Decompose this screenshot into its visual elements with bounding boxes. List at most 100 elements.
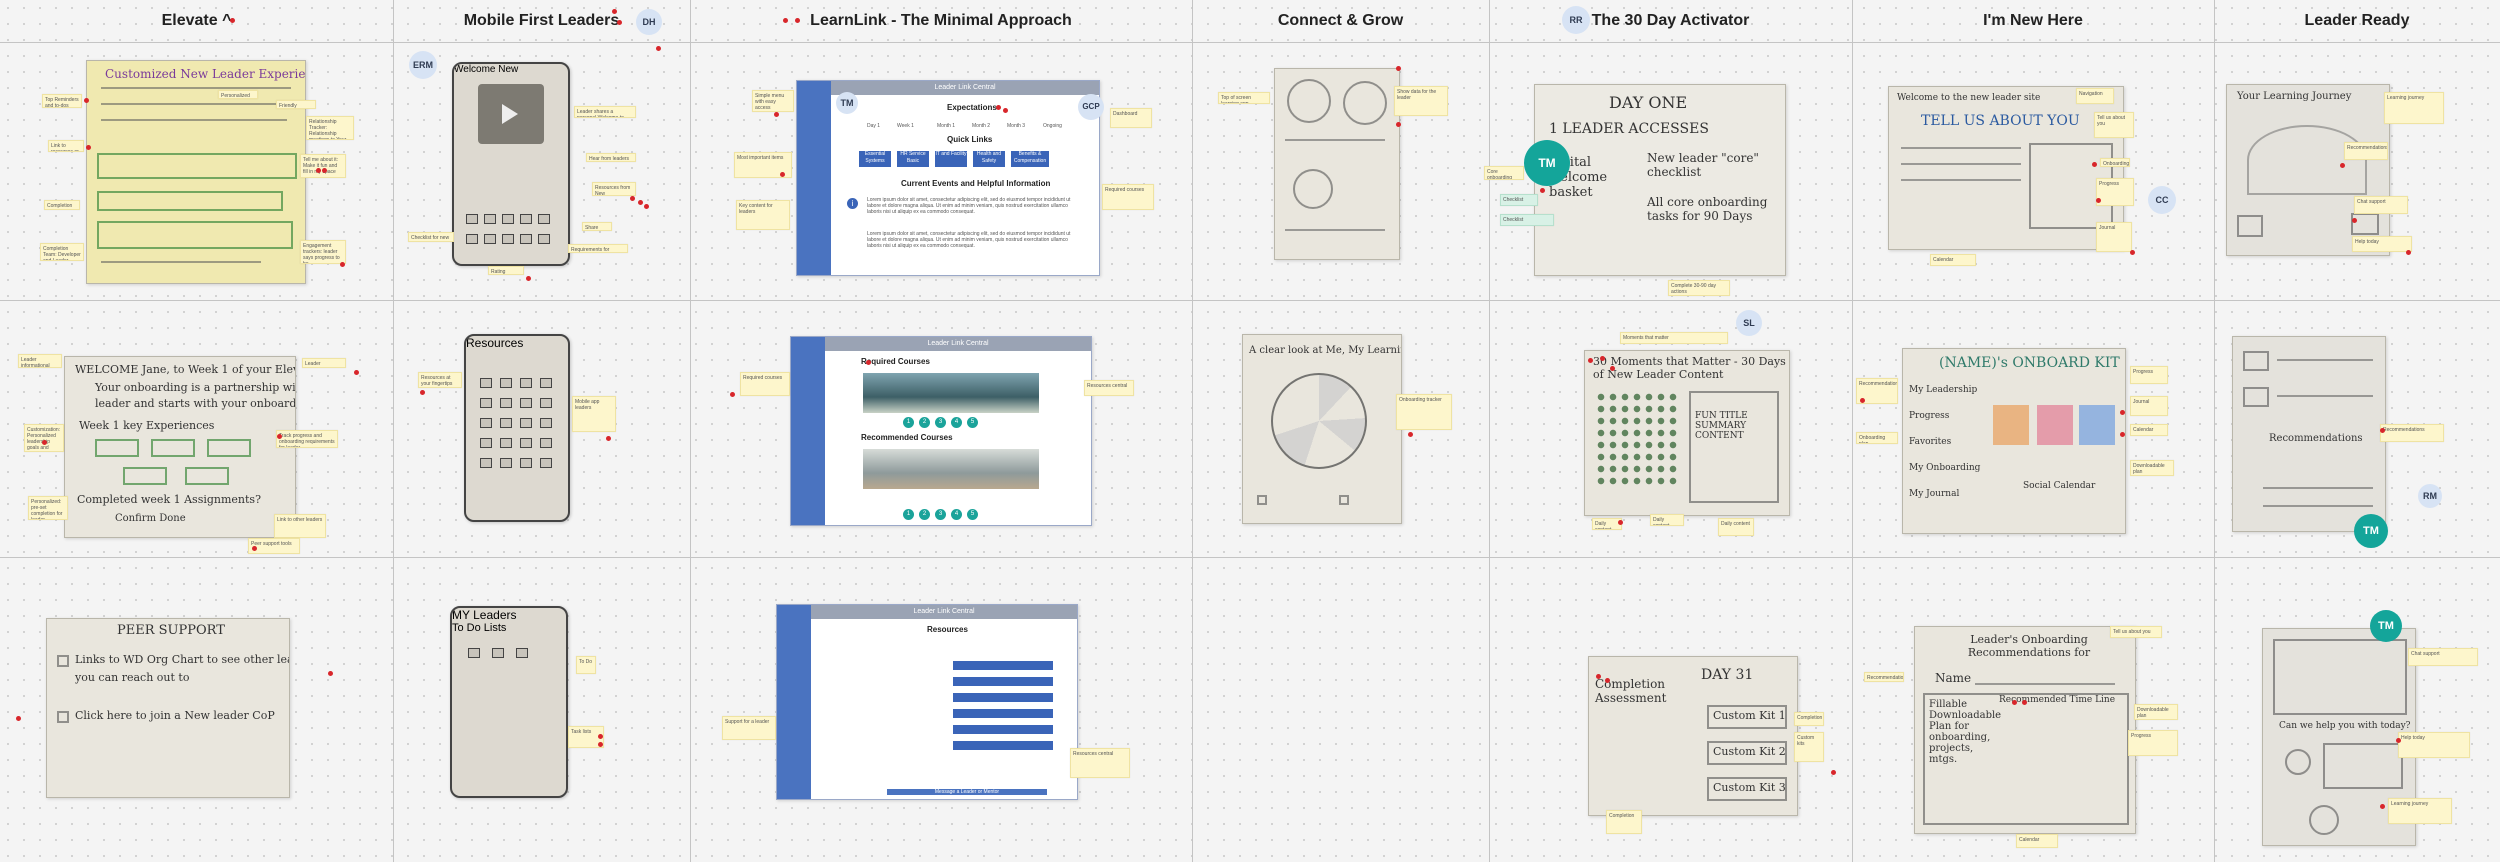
sticky-note[interactable]: Friendly guidelines — [276, 100, 316, 109]
sketch-activator-day-31[interactable]: Completion Assessment DAY 31 Custom Kit … — [1588, 656, 1798, 816]
sketch-ready-recommendations[interactable]: Recommendations — [2232, 336, 2386, 532]
sticky-note[interactable]: Calendar — [2016, 834, 2058, 848]
sticky-note[interactable]: Rating — [488, 266, 524, 275]
sticky-note[interactable]: Learning journey — [2388, 798, 2452, 824]
sticky-note[interactable]: Required courses — [1102, 184, 1154, 210]
sticky-note[interactable]: Moments that matter — [1620, 332, 1728, 344]
sticky-note[interactable]: To Do — [576, 656, 596, 674]
sticky-note[interactable]: Completion — [1794, 712, 1824, 726]
sticky-note[interactable]: Completion Team: Developer and Leader Fr… — [40, 243, 84, 261]
sticky-note[interactable]: Top Reminders and to-dos your current — [42, 94, 82, 108]
sketch-activator-30-moments[interactable]: 30 Moments that Matter - 30 Days of New … — [1584, 350, 1790, 516]
sketch-newhere-onboard-kit[interactable]: (NAME)'s ONBOARD KIT My Leadership Progr… — [1902, 348, 2126, 534]
sticky-note[interactable]: Resources central — [1084, 380, 1134, 396]
sticky-note[interactable]: Show data for the leader — [1394, 86, 1448, 116]
quick-link-button[interactable]: Benefits & Compensation — [1011, 151, 1049, 167]
sticky-note[interactable]: Simple menu with easy access — [752, 90, 794, 112]
sticky-note[interactable]: Help today — [2398, 732, 2470, 758]
sticky-note[interactable]: Personalized (AVAM) name — [218, 90, 258, 99]
sketch-connect-dashboard[interactable] — [1274, 68, 1400, 260]
sticky-note[interactable]: Downloadable plan — [2134, 704, 2178, 720]
tab[interactable]: Month 2 — [972, 123, 990, 129]
sticky-note[interactable]: Navigation — [2076, 88, 2114, 104]
sticky-note[interactable]: Customization: Personalized leadership g… — [24, 424, 64, 452]
user-avatar[interactable]: RR — [1562, 6, 1590, 34]
sticky-note[interactable]: Progress — [2130, 366, 2168, 384]
wireframe-learnlink-courses[interactable]: Leader Link Central Required Courses 12 … — [790, 336, 1092, 526]
sketch-elevate-peer[interactable]: PEER SUPPORT Links to WD Org Chart to se… — [46, 618, 290, 798]
sticky-note[interactable]: Downloadable plan — [2130, 460, 2174, 476]
sketch-newhere-recommendations[interactable]: Leader's Onboarding Recommendations for … — [1914, 626, 2136, 834]
sketch-ready-journey[interactable]: Your Learning Journey — [2226, 84, 2390, 256]
column-title-im-new-here[interactable]: I'm New Here — [1852, 9, 2214, 33]
user-avatar[interactable]: ERM — [409, 51, 437, 79]
sticky-note[interactable]: Mobile app leaders — [572, 396, 616, 432]
sticky-note[interactable]: Completion — [1606, 810, 1642, 834]
sticky-note[interactable]: Tell us about you — [2094, 112, 2134, 138]
sticky-note[interactable]: Share — [582, 222, 612, 231]
column-title-elevate[interactable]: Elevate ^ — [0, 9, 393, 33]
sticky-note[interactable]: Checklist for new leaders — [408, 232, 454, 242]
tab[interactable]: Day 1 — [867, 123, 880, 129]
sticky-note[interactable]: Leader informational standing role — [18, 354, 62, 368]
tab[interactable]: Month 1 — [937, 123, 955, 129]
sticky-note[interactable]: Recommendations — [1864, 672, 1904, 682]
whiteboard-canvas[interactable]: Elevate ^ Mobile First Leaders LearnLink… — [0, 0, 2500, 862]
sticky-note[interactable]: Progress — [2096, 178, 2134, 206]
sticky-note[interactable]: Dashboard — [1110, 108, 1152, 128]
sticky-note[interactable]: Onboarding tracker — [1396, 394, 1452, 430]
user-avatar[interactable]: TM — [836, 92, 858, 114]
sticky-note[interactable]: Engagement trackers: leader says progres… — [300, 240, 346, 264]
sticky-note[interactable]: Core onboarding — [1484, 166, 1524, 180]
sticky-note[interactable]: Completion Track — [44, 200, 80, 210]
column-title-learnlink[interactable]: LearnLink - The Minimal Approach — [690, 9, 1192, 33]
wireframe-learnlink-resources[interactable]: Leader Link Central Resources Message a … — [776, 604, 1078, 800]
sticky-note[interactable]: Onboarding plan — [1856, 432, 1898, 444]
sketch-activator-day-one[interactable]: DAY ONE 1 LEADER ACCESSES digital welcom… — [1534, 84, 1786, 276]
sticky-note[interactable]: Leader shares a personal Welcome to make… — [574, 106, 636, 118]
sketch-newhere-tell-us[interactable]: Welcome to the new leader site TELL US A… — [1888, 86, 2124, 250]
sticky-note[interactable]: Link to resources or apps — [48, 140, 84, 152]
sticky-note[interactable]: Complete 30-90 day actions — [1668, 280, 1730, 296]
sticky-note[interactable]: Tell me about it: Make it fun and fill i… — [300, 154, 346, 178]
message-mentor-bar[interactable]: Message a Leader or Mentor — [887, 789, 1047, 795]
sticky-note[interactable]: Onboarding plan — [2100, 158, 2130, 167]
user-avatar[interactable]: RM — [2418, 484, 2442, 508]
user-avatar[interactable]: DH — [636, 9, 662, 35]
sticky-note[interactable]: Daily content — [1718, 518, 1754, 536]
sticky-note[interactable]: Link to other leaders — [274, 514, 326, 538]
sticky-note[interactable]: Relationship Tracker: Relationship meeti… — [306, 116, 354, 140]
sticky-note[interactable]: Daily content — [1650, 514, 1684, 526]
sticky-note[interactable]: Calendar — [2130, 424, 2168, 436]
user-avatar[interactable]: GCP — [1078, 94, 1104, 120]
sketch-mobile-welcome[interactable]: Welcome New — [452, 62, 570, 266]
sticky-note[interactable]: Resources at your fingertips — [418, 372, 462, 388]
sticky-note[interactable]: Tell us about you — [2110, 626, 2162, 638]
user-avatar[interactable]: CC — [2148, 186, 2176, 214]
sticky-note[interactable]: Top of screen learning app dashboard — [1218, 92, 1270, 104]
sticky-note[interactable]: Requirements for leaders — [568, 244, 628, 253]
sticky-note[interactable]: Learning journey — [2384, 92, 2444, 124]
user-avatar[interactable]: TM — [2354, 514, 2388, 548]
sticky-note[interactable]: Track progress and onboarding requiremen… — [276, 430, 338, 448]
column-title-30-day-activator[interactable]: The 30 Day Activator — [1489, 9, 1852, 33]
quick-link-button[interactable]: IT and Facility — [935, 151, 967, 167]
sticky-note[interactable]: Journal — [2130, 396, 2168, 416]
tab[interactable]: Month 3 — [1007, 123, 1025, 129]
column-title-connect-grow[interactable]: Connect & Grow — [1192, 9, 1489, 33]
sticky-note[interactable]: Resources central — [1070, 748, 1130, 778]
sketch-mobile-leaders[interactable]: MY Leaders To Do Lists — [450, 606, 568, 798]
sketch-elevate-app[interactable]: Customized New Leader Experience App — [86, 60, 306, 284]
tab[interactable]: Ongoing — [1043, 123, 1062, 129]
sketch-connect-learning[interactable]: A clear look at Me, My Learning — [1242, 334, 1402, 524]
column-title-leader-ready[interactable]: Leader Ready — [2214, 9, 2500, 33]
sticky-note[interactable]: Checklist — [1500, 214, 1554, 226]
sticky-note[interactable]: Key content for leaders — [736, 200, 790, 230]
sticky-note[interactable]: Required courses — [740, 372, 790, 396]
sticky-note[interactable]: Custom kits — [1794, 732, 1824, 762]
sticky-note[interactable]: Checklist — [1500, 194, 1538, 206]
sketch-mobile-resources[interactable]: Resources — [464, 334, 570, 522]
quick-link-button[interactable]: HR Service Basic — [897, 151, 929, 167]
sticky-note[interactable]: Help today — [2352, 236, 2412, 252]
sticky-note[interactable]: Recommendations — [2380, 424, 2444, 442]
